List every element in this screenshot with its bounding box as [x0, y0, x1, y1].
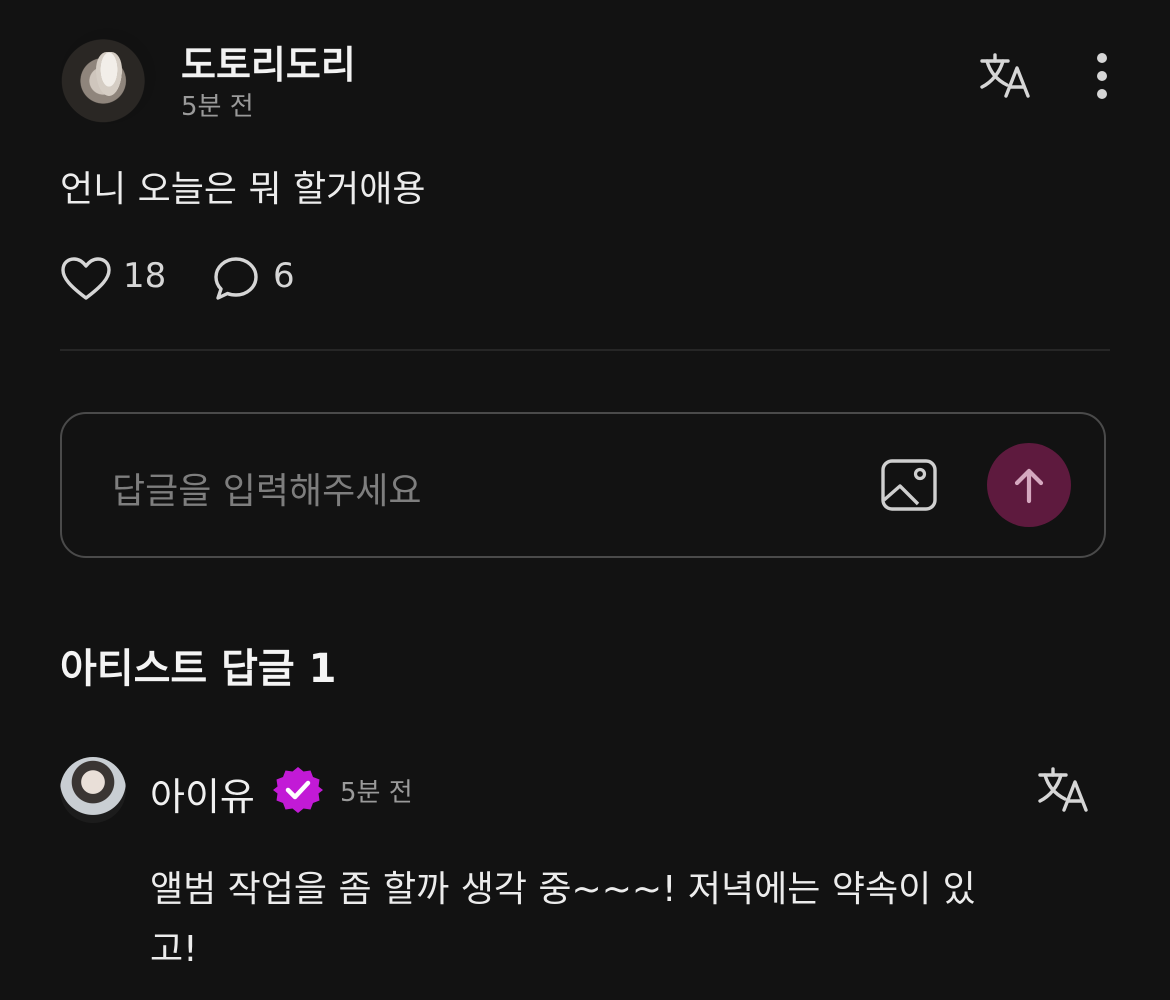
section-title: 아티스트 답글 1 — [60, 646, 337, 692]
reply-input[interactable]: 답글을 입력해주세요 — [112, 462, 422, 514]
send-button[interactable] — [987, 443, 1071, 527]
verified-badge-icon — [273, 767, 323, 813]
post-body: 언니 오늘은 뭐 할거애용 — [60, 169, 426, 210]
more-vertical-icon[interactable] — [1092, 52, 1112, 100]
artist-name[interactable]: 아이유 — [150, 766, 255, 821]
comment-count: 6 — [273, 256, 295, 296]
arrow-up-icon — [1014, 468, 1044, 504]
translate-icon[interactable] — [978, 52, 1034, 100]
artist-reply-time: 5분 전 — [340, 778, 413, 808]
artist-avatar[interactable] — [60, 757, 126, 823]
post-author-avatar[interactable] — [60, 28, 156, 124]
artist-reply-body-line1: 앨범 작업을 좀 할까 생각 중~~~! 저녁에는 약속이 있 — [150, 869, 976, 910]
like-count: 18 — [123, 256, 167, 296]
image-icon[interactable] — [880, 458, 938, 512]
comment-icon[interactable] — [212, 255, 262, 303]
artist-reply-body-line2: 고! — [150, 929, 198, 970]
divider — [60, 349, 1110, 351]
heart-icon[interactable] — [60, 256, 112, 302]
post-author-name[interactable]: 도토리도리 — [181, 34, 356, 89]
translate-icon[interactable] — [1036, 766, 1092, 814]
post-time: 5분 전 — [181, 92, 254, 122]
